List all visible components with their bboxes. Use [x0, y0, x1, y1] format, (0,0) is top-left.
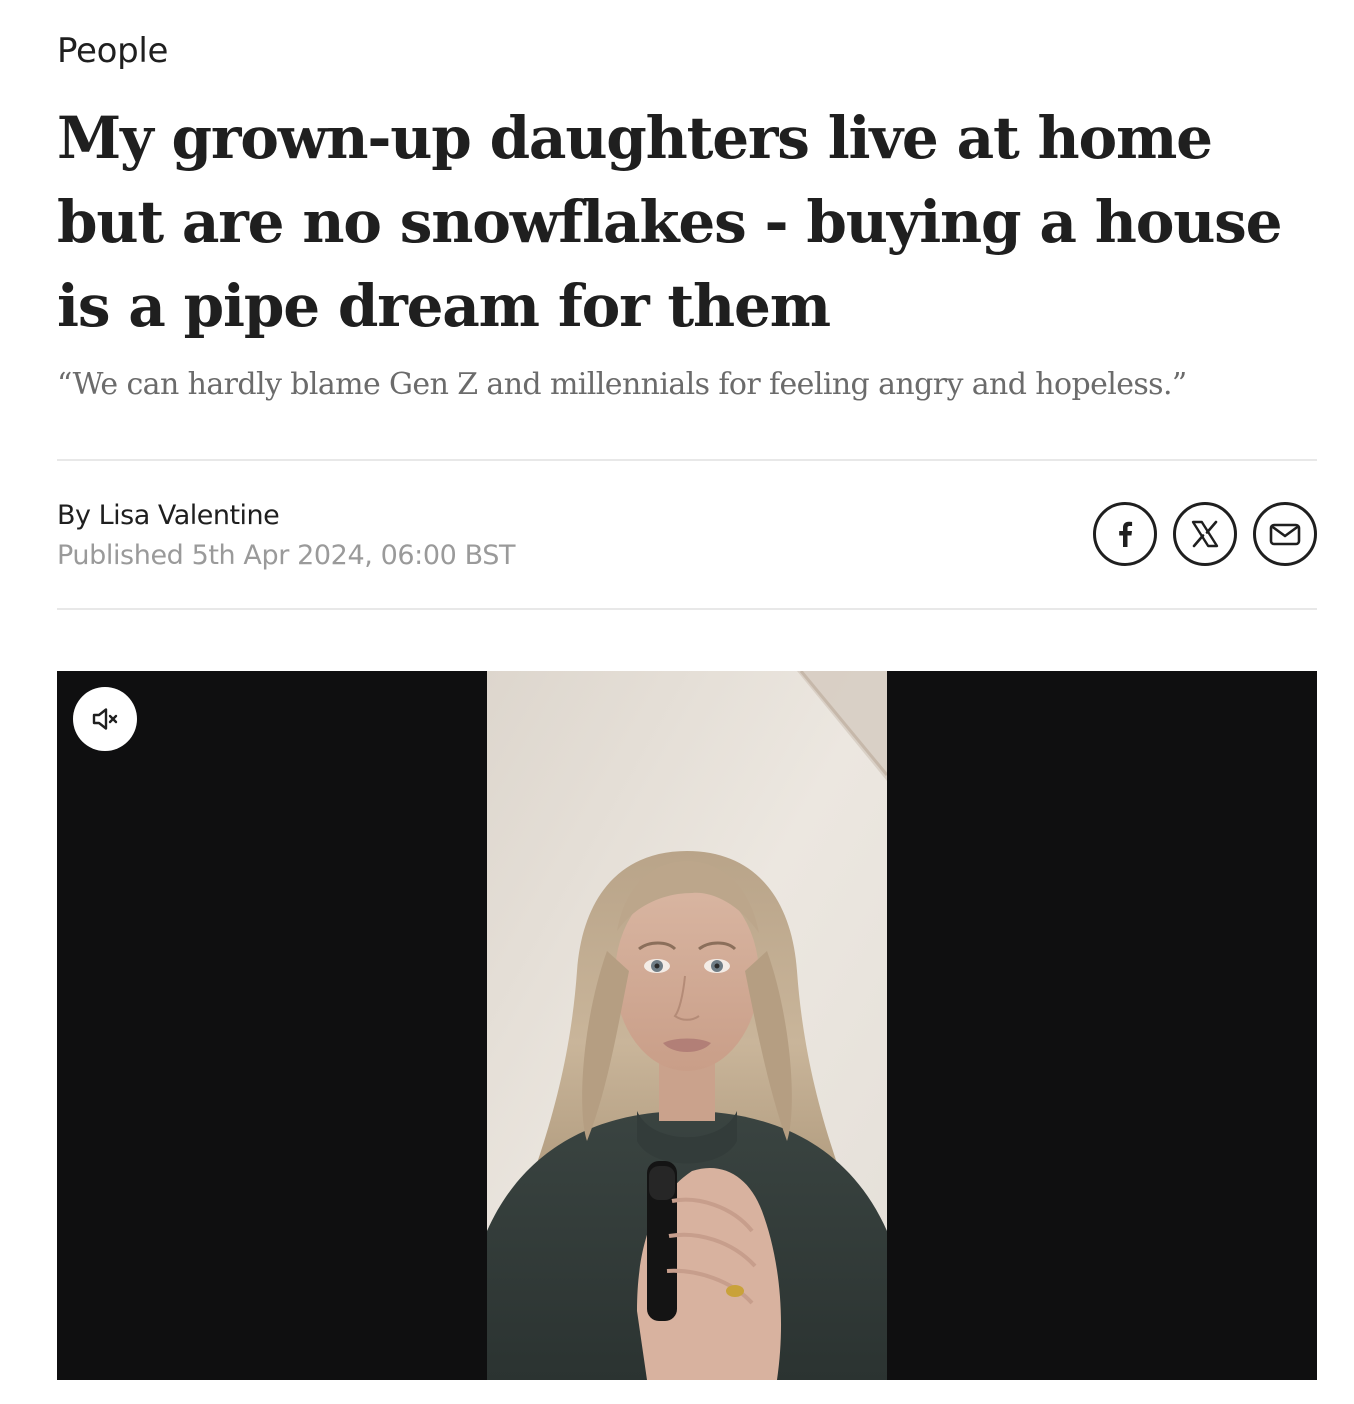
share-facebook-button[interactable]: [1093, 502, 1157, 566]
headline: My grown-up daughters live at home but a…: [57, 104, 1283, 340]
mute-toggle-button[interactable]: [73, 687, 137, 751]
video-frame: [487, 671, 887, 1380]
share-x-button[interactable]: [1173, 502, 1237, 566]
bottom-divider: [57, 608, 1317, 610]
byline: By Lisa Valentine: [57, 500, 280, 531]
facebook-icon: [1119, 521, 1133, 547]
video-player[interactable]: [57, 671, 1317, 1380]
video-still: [487, 671, 887, 1380]
top-divider: [57, 459, 1317, 461]
section-label[interactable]: People: [57, 30, 168, 72]
standfirst: “We can hardly blame Gen Z and millennia…: [57, 367, 1187, 402]
muted-speaker-icon: [92, 708, 118, 730]
email-icon: [1269, 523, 1301, 546]
published-date: Published 5th Apr 2024, 06:00 BST: [57, 540, 516, 571]
share-buttons: [1093, 502, 1317, 566]
x-icon: [1191, 520, 1219, 548]
share-email-button[interactable]: [1253, 502, 1317, 566]
